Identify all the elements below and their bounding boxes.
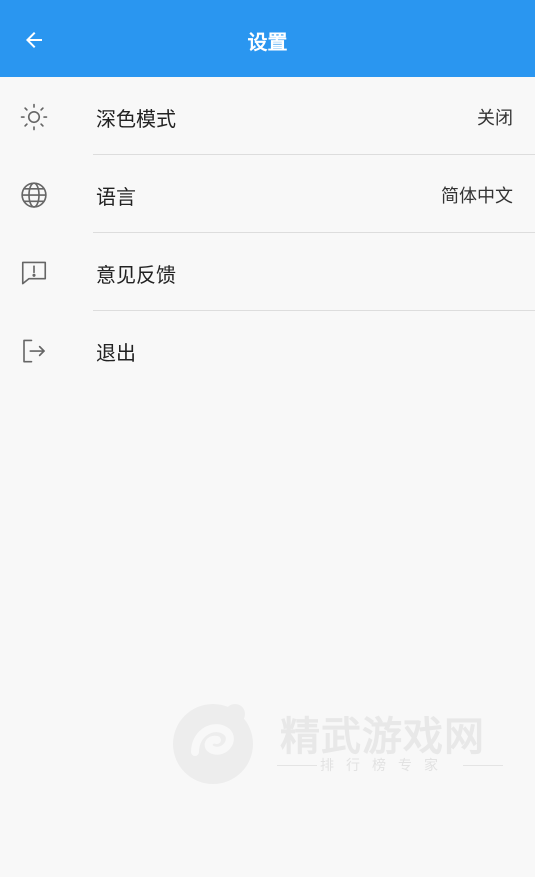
setting-dark-mode[interactable]: 深色模式 关闭 [0, 77, 535, 155]
setting-language[interactable]: 语言 简体中文 [0, 155, 535, 233]
setting-feedback[interactable]: 意见反馈 [0, 233, 535, 311]
app-bar: 设置 [0, 0, 535, 77]
dragon-logo-icon [173, 704, 253, 784]
setting-label: 深色模式 [96, 106, 176, 131]
setting-label: 意见反馈 [96, 262, 176, 287]
setting-label: 退出 [96, 340, 136, 365]
watermark-subtitle: 排行榜专家 [320, 758, 450, 774]
watermark-title: 精武游戏网 [280, 714, 485, 760]
setting-logout[interactable]: 退出 [0, 311, 535, 389]
logout-icon [17, 334, 51, 368]
feedback-icon [17, 256, 51, 290]
watermark: 精武游戏网 排行榜专家 [165, 692, 510, 792]
watermark-line-left [277, 765, 317, 766]
watermark-line-right [463, 765, 503, 766]
setting-value: 简体中文 [441, 186, 513, 207]
setting-label: 语言 [96, 184, 136, 209]
page-title: 设置 [247, 30, 288, 54]
sun-icon [17, 100, 51, 134]
settings-list: 深色模式 关闭 语言 简体中文 意见反馈 退出 [0, 77, 535, 389]
setting-value: 关闭 [477, 108, 513, 129]
globe-icon [17, 178, 51, 212]
